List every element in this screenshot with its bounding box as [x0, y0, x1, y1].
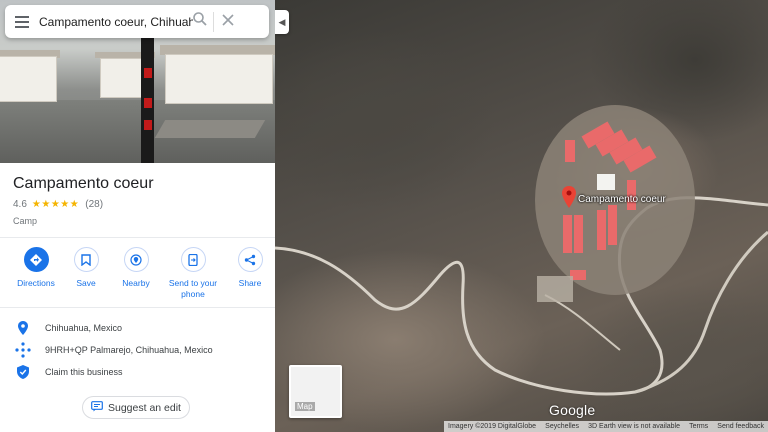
map-attribution-bar: Imagery ©2019 DigitalGlobe Seychelles 3D…	[444, 421, 768, 432]
terms-link[interactable]: Terms	[689, 423, 708, 430]
review-count-link[interactable]: (28)	[85, 199, 103, 210]
search-bar[interactable]	[5, 5, 269, 38]
plus-code-text: 9HRH+QP Palmarejo, Chihuahua, Mexico	[45, 345, 213, 355]
edit-feedback-icon	[91, 399, 103, 417]
action-buttons: Directions Save Nearby Send to your phon…	[0, 247, 275, 300]
directions-icon	[23, 247, 49, 272]
save-button[interactable]: Save	[61, 247, 111, 300]
divider	[0, 307, 275, 308]
star-rating-icon: ★★★★★	[31, 199, 80, 210]
share-button[interactable]: Share	[225, 247, 275, 300]
nearby-icon	[123, 247, 149, 272]
caret-left-icon: ◀	[278, 16, 286, 27]
nearby-label: Nearby	[122, 278, 150, 288]
verified-shield-icon	[0, 365, 45, 379]
imagery-credit: Imagery ©2019 DigitalGlobe	[448, 423, 537, 430]
location-pin-icon[interactable]	[562, 186, 576, 213]
suggest-edit-button[interactable]: Suggest an edit	[82, 396, 190, 419]
clear-search-icon[interactable]	[222, 13, 234, 31]
claim-business-text: Claim this business	[45, 367, 123, 377]
place-panel: Campamento coeur 4.6 ★★★★★ (28) Camp Dir…	[0, 0, 275, 432]
layer-toggle-label: Map	[295, 402, 315, 411]
place-category[interactable]: Camp	[13, 216, 37, 226]
claim-business-row[interactable]: Claim this business	[0, 362, 275, 382]
road	[544, 294, 621, 351]
region-link[interactable]: Seychelles	[545, 423, 579, 430]
share-label: Share	[238, 278, 262, 288]
menu-icon[interactable]	[5, 15, 39, 28]
search-input[interactable]	[39, 14, 193, 29]
suggest-edit-label: Suggest an edit	[108, 401, 181, 414]
directions-button[interactable]: Directions	[11, 247, 61, 300]
google-logo: Google	[549, 402, 596, 418]
earth-view-notice: 3D Earth view is not available	[588, 423, 680, 430]
road	[275, 196, 768, 396]
address-text: Chihuahua, Mexico	[45, 323, 123, 333]
rating-value: 4.6	[13, 199, 27, 210]
map-terrain	[275, 105, 768, 396]
directions-label: Directions	[17, 278, 55, 288]
plus-code-row[interactable]: 9HRH+QP Palmarejo, Chihuahua, Mexico	[0, 340, 275, 360]
search-icon[interactable]	[193, 12, 207, 31]
plus-code-icon	[0, 342, 45, 358]
collapse-panel-button[interactable]: ◀	[275, 10, 289, 34]
send-to-phone-label: Send to your phone	[168, 278, 218, 299]
divider	[0, 237, 275, 238]
send-feedback-link[interactable]: Send feedback	[717, 423, 764, 430]
share-icon	[237, 247, 263, 272]
map-marker-label[interactable]: Campamento coeur	[578, 194, 666, 205]
save-label: Save	[76, 278, 96, 288]
nearby-button[interactable]: Nearby	[111, 247, 161, 300]
satellite-map[interactable]	[275, 0, 768, 432]
map-layer-toggle[interactable]: Map	[289, 365, 342, 418]
send-to-phone-button[interactable]: Send to your phone	[161, 247, 225, 300]
address-row[interactable]: Chihuahua, Mexico	[0, 318, 275, 338]
rating-summary: 4.6 ★★★★★ (28)	[13, 199, 103, 210]
place-title: Campamento coeur	[13, 175, 154, 192]
bookmark-icon	[73, 247, 99, 272]
location-marker-icon	[0, 321, 45, 335]
send-to-phone-icon	[180, 247, 206, 272]
